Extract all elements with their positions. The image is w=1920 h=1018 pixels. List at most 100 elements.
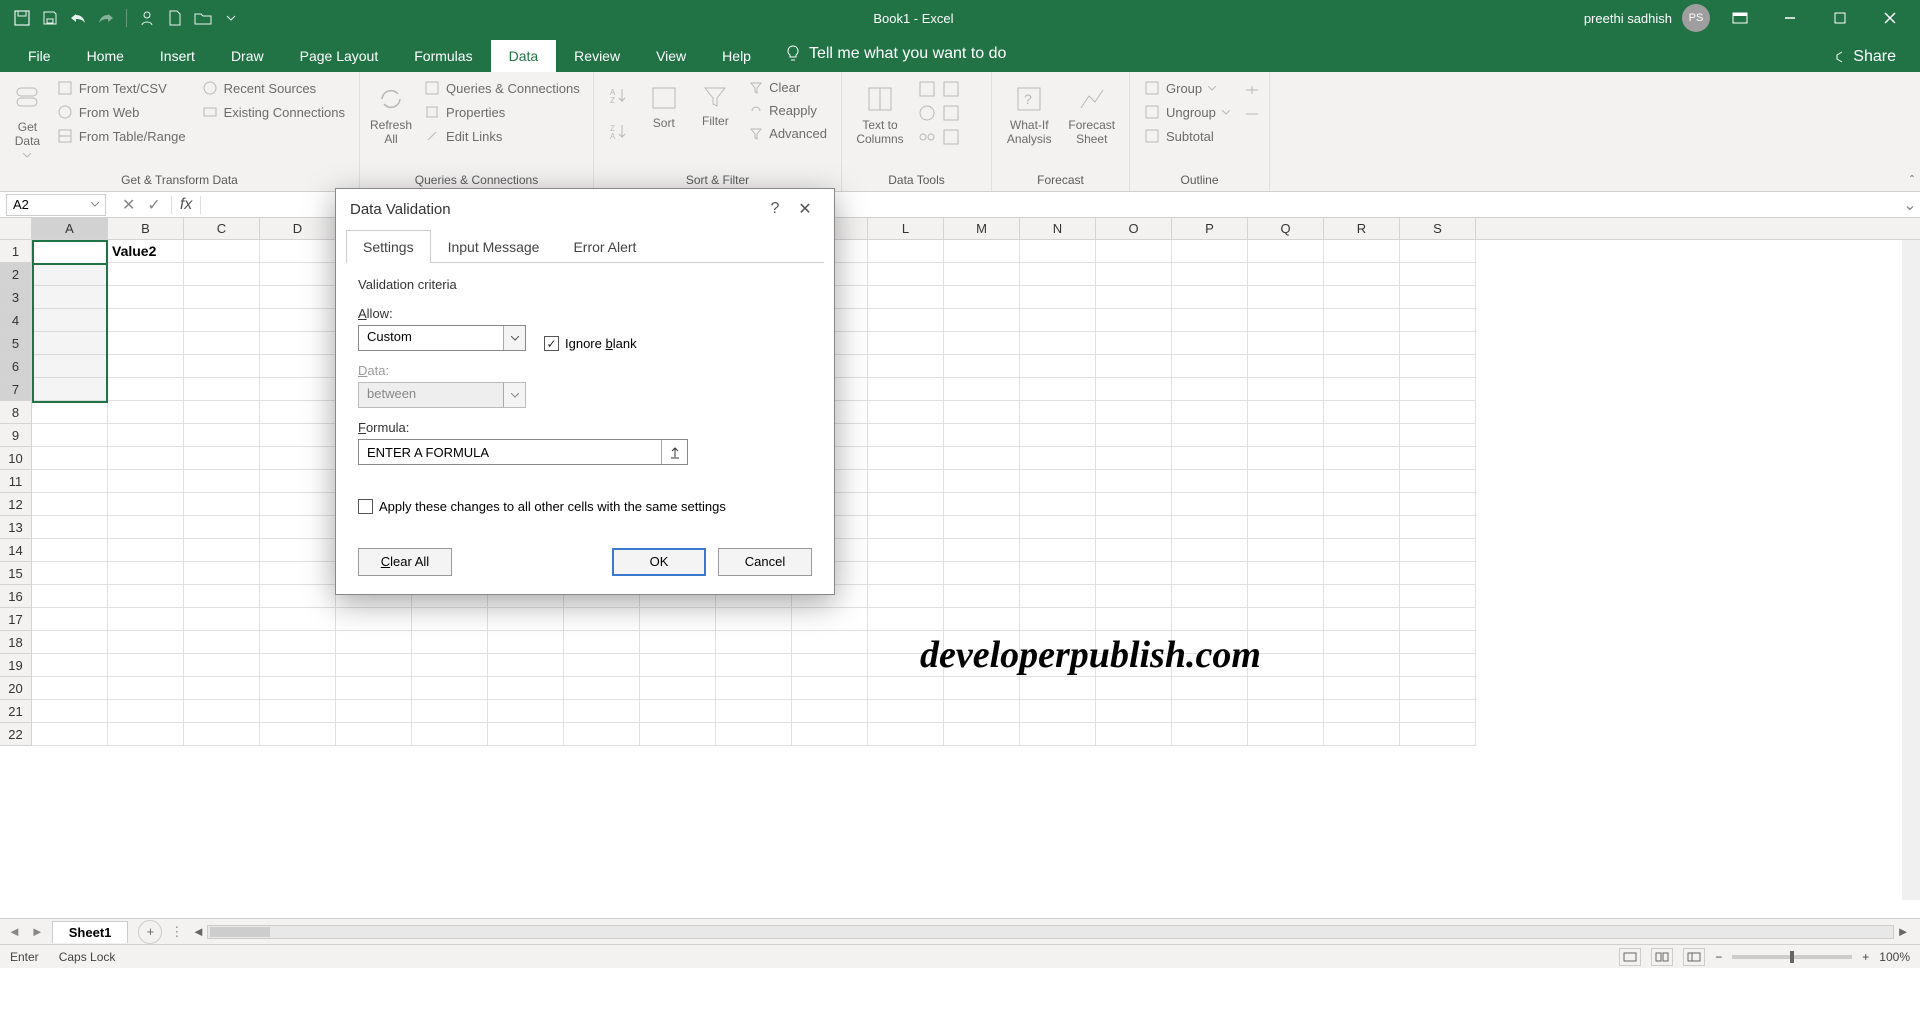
cell[interactable] xyxy=(32,447,108,470)
cell[interactable] xyxy=(868,493,944,516)
cell[interactable] xyxy=(564,677,640,700)
cell[interactable] xyxy=(1096,401,1172,424)
cell[interactable] xyxy=(1020,424,1096,447)
cell[interactable] xyxy=(564,654,640,677)
cell[interactable] xyxy=(1020,355,1096,378)
cell[interactable] xyxy=(1020,677,1096,700)
zoom-out-button[interactable]: − xyxy=(1715,950,1722,964)
cell[interactable] xyxy=(260,332,336,355)
cell[interactable] xyxy=(868,355,944,378)
cell[interactable] xyxy=(944,286,1020,309)
cell[interactable] xyxy=(716,654,792,677)
cell[interactable] xyxy=(1096,263,1172,286)
cell[interactable] xyxy=(1400,608,1476,631)
sort-desc-button[interactable]: ZA xyxy=(604,120,634,142)
cell[interactable] xyxy=(108,493,184,516)
cell[interactable] xyxy=(868,309,944,332)
cell[interactable] xyxy=(1172,677,1248,700)
cell[interactable] xyxy=(1400,516,1476,539)
cell[interactable] xyxy=(1400,424,1476,447)
cell[interactable] xyxy=(1096,332,1172,355)
cell[interactable] xyxy=(1400,723,1476,746)
cell[interactable] xyxy=(1400,562,1476,585)
cell[interactable] xyxy=(184,332,260,355)
column-header[interactable]: B xyxy=(108,218,184,239)
cell[interactable] xyxy=(1096,424,1172,447)
normal-view-button[interactable] xyxy=(1619,948,1641,966)
row-header[interactable]: 3 xyxy=(0,286,32,309)
cell[interactable] xyxy=(944,677,1020,700)
cell[interactable] xyxy=(640,700,716,723)
cell[interactable] xyxy=(1172,286,1248,309)
cell[interactable] xyxy=(184,470,260,493)
cell[interactable] xyxy=(488,654,564,677)
cell[interactable] xyxy=(944,355,1020,378)
cell[interactable] xyxy=(108,562,184,585)
cell[interactable] xyxy=(32,286,108,309)
cell[interactable] xyxy=(1020,470,1096,493)
cell[interactable] xyxy=(1020,447,1096,470)
cell[interactable] xyxy=(1020,378,1096,401)
cell[interactable] xyxy=(108,309,184,332)
cell[interactable] xyxy=(260,263,336,286)
cell[interactable] xyxy=(1324,470,1400,493)
cell[interactable] xyxy=(1400,263,1476,286)
cell[interactable] xyxy=(108,539,184,562)
cell[interactable] xyxy=(1020,562,1096,585)
cell[interactable] xyxy=(1400,493,1476,516)
cell[interactable] xyxy=(412,677,488,700)
cell[interactable] xyxy=(1172,240,1248,263)
cell[interactable] xyxy=(1324,608,1400,631)
cell[interactable] xyxy=(32,355,108,378)
cell[interactable] xyxy=(336,723,412,746)
expand-formula-bar-icon[interactable]: ⌄ xyxy=(1900,195,1920,215)
row-header[interactable]: 4 xyxy=(0,309,32,332)
user-avatar[interactable]: PS xyxy=(1682,4,1710,32)
cell[interactable] xyxy=(1172,723,1248,746)
dialog-tab-settings[interactable]: Settings xyxy=(346,230,431,263)
tab-home[interactable]: Home xyxy=(69,40,142,72)
cell[interactable] xyxy=(1324,723,1400,746)
cell[interactable] xyxy=(1248,447,1324,470)
edit-links-button[interactable]: Edit Links xyxy=(420,126,584,146)
cell[interactable] xyxy=(1096,539,1172,562)
dialog-tab-input-message[interactable]: Input Message xyxy=(431,230,557,263)
cell[interactable] xyxy=(564,631,640,654)
filter-button[interactable]: Filter xyxy=(694,78,738,128)
reapply-button[interactable]: Reapply xyxy=(745,101,831,120)
column-header[interactable]: C xyxy=(184,218,260,239)
row-header[interactable]: 6 xyxy=(0,355,32,378)
cell[interactable] xyxy=(1172,562,1248,585)
cell[interactable] xyxy=(260,355,336,378)
what-if-button[interactable]: ? What-If Analysis xyxy=(1002,78,1057,147)
row-header[interactable]: 10 xyxy=(0,447,32,470)
cell[interactable] xyxy=(716,608,792,631)
worksheet-grid[interactable]: ABCDEFGHIJKLMNOPQRS 1Value1Value22345678… xyxy=(0,218,1920,918)
cell[interactable] xyxy=(944,723,1020,746)
cell[interactable] xyxy=(1020,263,1096,286)
cell[interactable] xyxy=(1400,378,1476,401)
cell[interactable] xyxy=(1324,585,1400,608)
cell[interactable] xyxy=(716,677,792,700)
cell[interactable] xyxy=(868,516,944,539)
cell[interactable] xyxy=(1248,309,1324,332)
cell[interactable] xyxy=(1324,401,1400,424)
cell[interactable] xyxy=(1324,355,1400,378)
cell[interactable] xyxy=(868,723,944,746)
new-sheet-button[interactable]: + xyxy=(138,920,162,944)
cell[interactable] xyxy=(260,631,336,654)
cell[interactable] xyxy=(1020,723,1096,746)
cell[interactable] xyxy=(184,631,260,654)
cell[interactable] xyxy=(184,240,260,263)
cell[interactable] xyxy=(108,401,184,424)
cell[interactable] xyxy=(1248,562,1324,585)
cell[interactable] xyxy=(944,516,1020,539)
cell[interactable] xyxy=(1172,539,1248,562)
cell[interactable] xyxy=(1248,723,1324,746)
cell[interactable] xyxy=(1172,424,1248,447)
cell[interactable] xyxy=(1020,585,1096,608)
new-icon[interactable] xyxy=(163,6,187,30)
column-header[interactable]: L xyxy=(868,218,944,239)
cell[interactable] xyxy=(868,240,944,263)
cell[interactable] xyxy=(868,539,944,562)
